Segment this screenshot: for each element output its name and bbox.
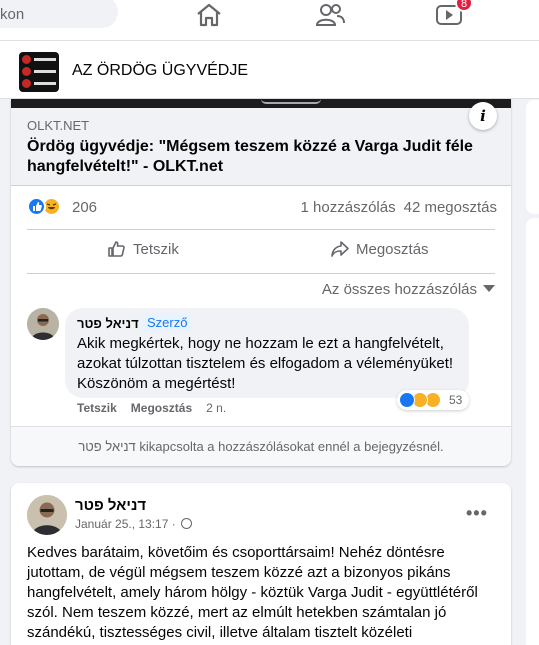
post-text: Kedves barátaim, követőim és csoporttárs… [27, 544, 478, 641]
friends-icon[interactable] [315, 2, 345, 28]
notice-author[interactable]: דניאל פטר [78, 439, 135, 454]
share-button-label: Megosztás [356, 241, 429, 258]
notice-text: kikapcsolta a hozzászólásokat ennél a be… [135, 439, 444, 454]
divider [27, 273, 495, 274]
reaction-summary: 206 1 hozzászólás 42 megosztás [27, 197, 497, 219]
reaction-icons[interactable] [27, 197, 67, 217]
post-author[interactable]: דניאל פטר [75, 497, 146, 514]
search-input[interactable]: kon [0, 0, 118, 28]
comment-actions: Tetszik Megosztás 2 n. [77, 401, 240, 415]
right-rail-card [526, 218, 539, 645]
post-stats: 1 hozzászólás 42 megosztás [293, 199, 497, 216]
comment-time[interactable]: 2 n. [206, 401, 226, 415]
share-icon [331, 241, 349, 257]
link-preview-image[interactable] [11, 99, 511, 108]
page-header: AZ ÖRDÖG ÜGYVÉDJE [0, 41, 539, 99]
reaction-count[interactable]: 206 [72, 199, 97, 216]
comment-count[interactable]: 1 hozzászólás [301, 199, 396, 216]
shared-post-card: i OLKT.NET Ördög ügyvédje: "Mégsem tesze… [11, 99, 511, 466]
home-icon[interactable] [195, 2, 223, 28]
comment-share-link[interactable]: Megosztás [131, 401, 192, 415]
comment-reactions[interactable]: 53 [397, 390, 469, 410]
notification-badge: 8 [455, 0, 473, 12]
link-domain: OLKT.NET [27, 118, 90, 133]
comment-reaction-count: 53 [449, 393, 463, 407]
like-button-label: Tetszik [133, 241, 179, 258]
comment-filter-dropdown[interactable]: Az összes hozzászólás [322, 281, 495, 298]
post-meta: Január 25., 13:17 · [75, 517, 193, 531]
post-date[interactable]: Január 25., 13:17 · [75, 517, 176, 531]
avatar[interactable] [27, 308, 59, 340]
more-options-icon[interactable]: ••• [466, 503, 488, 524]
like-icon [399, 392, 415, 408]
thumbs-up-icon [108, 241, 125, 257]
page-logo[interactable] [19, 52, 59, 92]
link-preview[interactable]: i OLKT.NET Ördög ügyvédje: "Mégsem tesze… [11, 102, 511, 186]
top-navigation: kon 8 [0, 0, 539, 41]
comment-text: Akik megkértek, hogy ne hozzam le ezt a … [77, 335, 454, 392]
divider [27, 229, 495, 230]
link-title[interactable]: Ördög ügyvédje: "Mégsem teszem közzé a V… [27, 137, 497, 177]
globe-icon [181, 518, 193, 529]
comments-disabled-notice: דניאל פטר kikapcsolta a hozzászólásokat … [11, 426, 511, 466]
author-badge: Szerző [142, 313, 193, 332]
right-rail-card [526, 100, 539, 214]
avatar[interactable] [27, 495, 67, 535]
comment-like-link[interactable]: Tetszik [77, 401, 117, 415]
like-icon [27, 197, 46, 216]
share-count[interactable]: 42 megosztás [404, 199, 497, 216]
page-title[interactable]: AZ ÖRDÖG ÜGYVÉDJE [72, 62, 248, 80]
caret-down-icon [483, 285, 495, 292]
search-placeholder: kon [0, 6, 25, 23]
comment-author[interactable]: דניאל פטר [77, 316, 139, 331]
comment-filter-label: Az összes hozzászólás [321, 281, 477, 298]
info-icon[interactable]: i [469, 102, 497, 130]
text-post-card: דניאל פטר Január 25., 13:17 · ••• Kedves… [11, 483, 511, 645]
comment-bubble: דניאל פטר Szerző Akik megkértek, hogy ne… [65, 308, 469, 398]
